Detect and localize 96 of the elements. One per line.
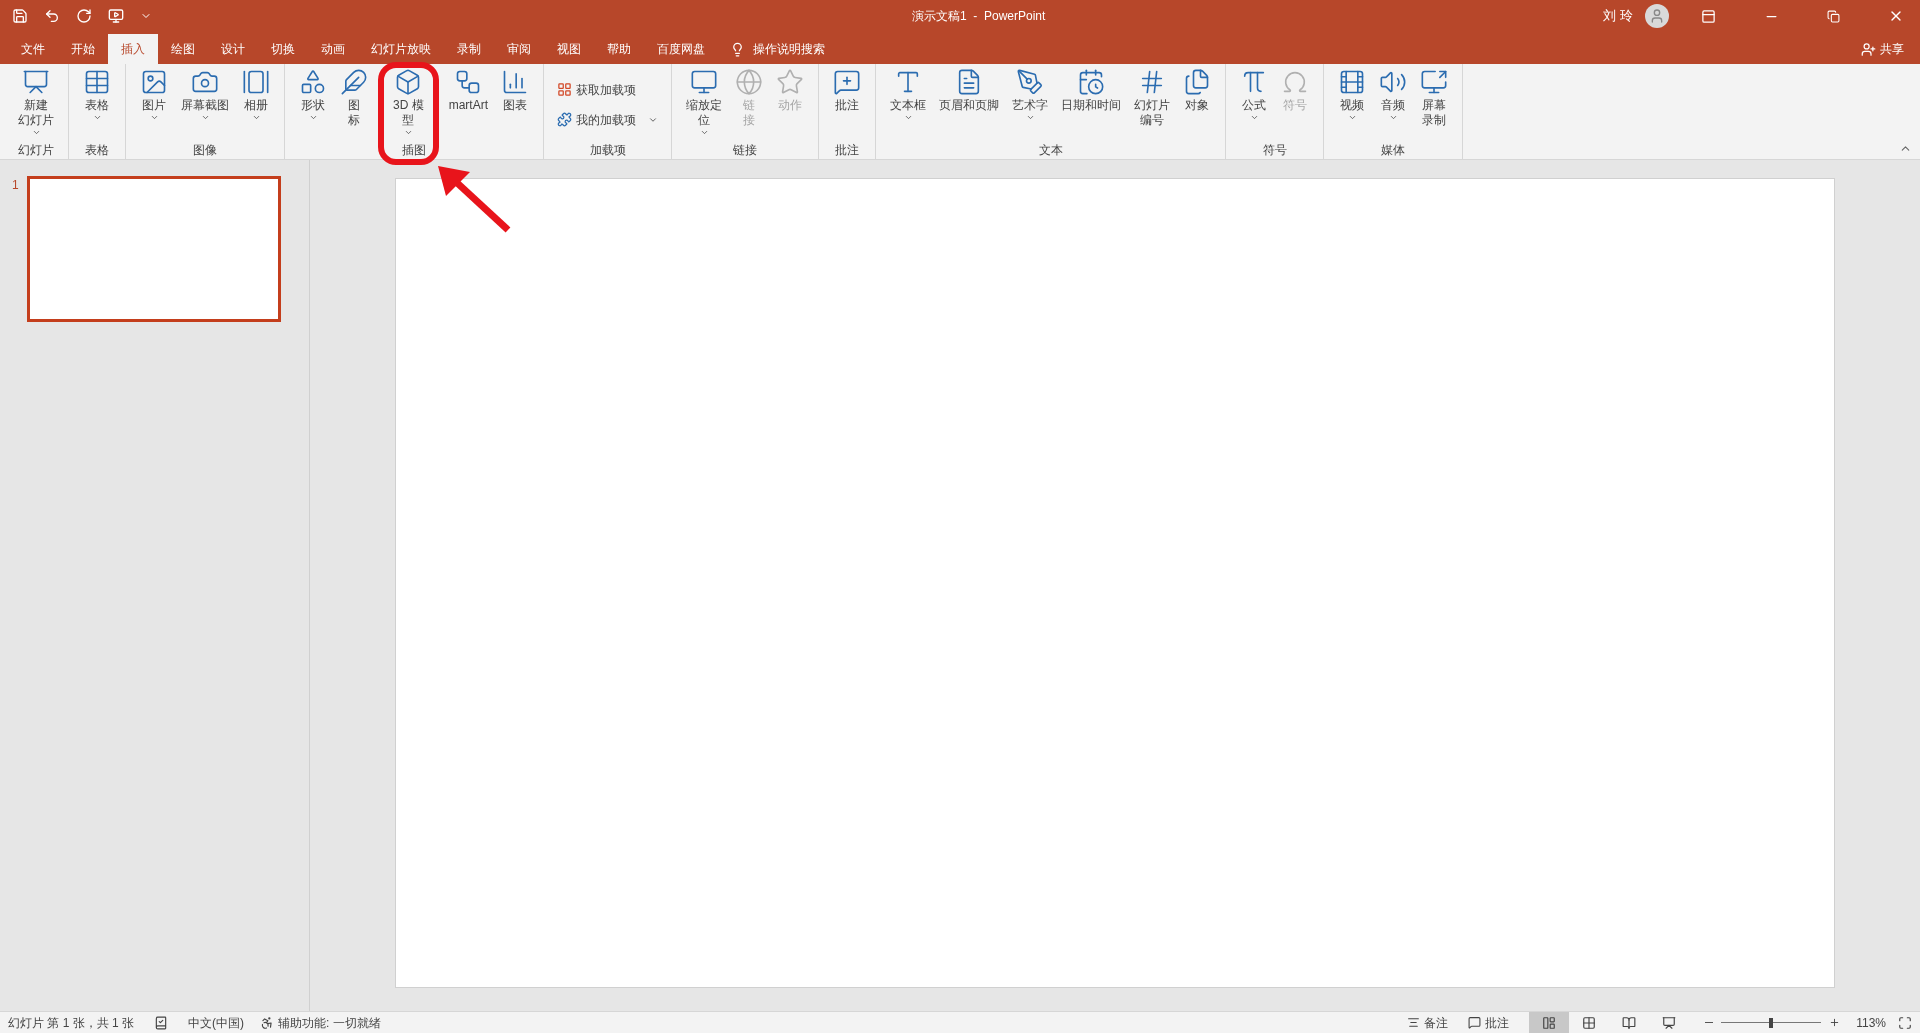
ribbon-button[interactable]: 幻灯片 编号 <box>1129 64 1176 140</box>
group-label: 媒体 <box>1381 142 1406 159</box>
feather-icon <box>340 68 368 96</box>
ribbon-button[interactable]: 屏幕 录制 <box>1415 64 1454 140</box>
search-field[interactable]: 操作说明搜索 <box>730 34 825 64</box>
ribbon-button[interactable]: 新建 幻灯片 <box>13 64 59 140</box>
zoom-slider[interactable] <box>1721 1017 1822 1028</box>
ribbon-tab[interactable]: 文件 <box>8 34 58 64</box>
comments-button[interactable]: 批注 <box>1468 1013 1510 1032</box>
comment-icon <box>833 68 862 96</box>
window-title: 演示文稿1 - PowerPoint <box>912 8 1046 25</box>
ribbon-button[interactable]: 图表 <box>496 64 535 140</box>
slide-thumbnail[interactable] <box>26 176 281 322</box>
user-name: 刘 玲 <box>1603 7 1633 26</box>
ribbon-tab[interactable]: 幻灯片放映 <box>358 34 444 64</box>
ribbon-tab[interactable]: 动画 <box>308 34 358 64</box>
zoom-level[interactable]: 113% <box>1856 1013 1886 1032</box>
redo-icon[interactable] <box>76 8 92 24</box>
table-icon <box>83 68 111 96</box>
shapes-icon <box>299 68 327 96</box>
zoom-in-icon[interactable] <box>1829 1017 1841 1028</box>
group-label: 表格 <box>85 142 109 159</box>
ribbon-button[interactable]: 日期和时间 <box>1056 64 1127 140</box>
group-label: 符号 <box>1262 142 1287 159</box>
ribbon-button[interactable]: 公式 <box>1235 64 1274 140</box>
book-icon <box>1622 1015 1637 1030</box>
ribbon-button[interactable]: 缩放定 位 <box>681 64 728 140</box>
ribbon-tab[interactable]: 帮助 <box>594 34 644 64</box>
ribbon-button[interactable]: 对象 <box>1178 64 1217 140</box>
slide-number: 1 <box>12 177 19 194</box>
ribbon-tab[interactable]: 百度网盘 <box>644 34 718 64</box>
star-icon <box>776 68 805 96</box>
ribbon-button[interactable]: 批注 <box>828 64 867 140</box>
ribbon-tab[interactable]: 录制 <box>444 34 494 64</box>
ribbon-button[interactable]: 3D 模 型 <box>388 64 429 140</box>
undo-icon[interactable] <box>44 8 60 24</box>
group-label: 插图 <box>402 142 426 159</box>
ribbon-button[interactable]: 音频 <box>1374 64 1413 140</box>
group-label: 链接 <box>733 142 758 159</box>
screen-record-icon <box>1420 68 1449 96</box>
slideshow-icon <box>1662 1015 1677 1030</box>
normal-view-icon <box>1542 1015 1557 1030</box>
zoom-thumb[interactable] <box>1769 1017 1774 1028</box>
group-label: 文本 <box>1038 142 1063 159</box>
proofing-icon[interactable] <box>154 1015 169 1030</box>
lightbulb-icon <box>730 41 745 57</box>
ribbon-button[interactable]: 屏幕截图 <box>176 64 234 140</box>
ribbon-tab[interactable]: 设计 <box>208 34 258 64</box>
ribbon-button[interactable]: 图片 <box>135 64 173 140</box>
group-label: 幻灯片 <box>18 142 54 159</box>
group-label: 批注 <box>835 142 860 159</box>
ribbon-tab[interactable]: 审阅 <box>494 34 544 64</box>
ribbon-tab[interactable]: 绘图 <box>158 34 208 64</box>
language[interactable]: 中文(中国) <box>188 1013 245 1032</box>
ribbon-tab[interactable]: 切换 <box>258 34 308 64</box>
pen-icon <box>1016 68 1045 96</box>
puzzle-icon <box>557 112 573 127</box>
globe-icon <box>735 68 764 96</box>
notes-button[interactable]: 备注 <box>1407 1013 1449 1032</box>
monitor-icon <box>690 68 719 96</box>
user-plus-icon <box>1861 41 1876 57</box>
calendar-icon <box>1077 68 1106 96</box>
ribbon-tab[interactable]: 开始 <box>58 34 108 64</box>
accessibility-icon[interactable] <box>260 1015 275 1030</box>
view-button[interactable] <box>1529 1012 1570 1033</box>
grid-icon <box>557 82 573 97</box>
ribbon-button[interactable]: 艺术字 <box>1007 64 1054 140</box>
group-label: 加载项 <box>589 142 626 159</box>
share-button[interactable]: 共享 <box>1861 34 1904 64</box>
ribbon-button[interactable]: 表格 <box>78 64 116 140</box>
ribbon-display-icon[interactable] <box>1701 8 1716 24</box>
slide-info: 幻灯片 第 1 张，共 1 张 <box>8 1014 135 1032</box>
gallery-icon <box>242 68 270 96</box>
ribbon-button[interactable]: 视频 <box>1333 64 1372 140</box>
ribbon-button[interactable]: 相册 <box>237 64 275 140</box>
ribbon-tab[interactable]: 插入 <box>108 34 158 64</box>
ribbon-button[interactable]: 我的加载项 <box>553 106 663 133</box>
ribbon-button[interactable]: 获取加载项 <box>553 76 641 103</box>
save-icon[interactable] <box>12 8 28 24</box>
ribbon-button[interactable]: 图 标 <box>335 64 373 140</box>
fit-icon[interactable] <box>1898 1015 1912 1030</box>
accessibility-status[interactable]: 辅助功能: 一切就绪 <box>278 1013 381 1032</box>
monitor-icon[interactable] <box>108 8 124 24</box>
notes-icon <box>1407 1016 1421 1029</box>
picture-icon <box>140 68 168 96</box>
comment-icon <box>1468 1016 1482 1029</box>
ribbon-button[interactable]: 页眉和页脚 <box>934 64 1005 140</box>
ribbon-button[interactable]: 文本框 <box>885 64 932 140</box>
restore-icon[interactable] <box>1827 9 1840 23</box>
slide-icon <box>22 68 50 96</box>
avatar[interactable] <box>1645 4 1669 28</box>
group-label: 图像 <box>193 142 217 159</box>
ribbon-button[interactable]: 形状 <box>294 64 332 140</box>
grid-view-icon <box>1582 1015 1597 1030</box>
ribbon-button[interactable]: martArt <box>443 64 494 140</box>
ribbon-tab[interactable]: 视图 <box>544 34 594 64</box>
